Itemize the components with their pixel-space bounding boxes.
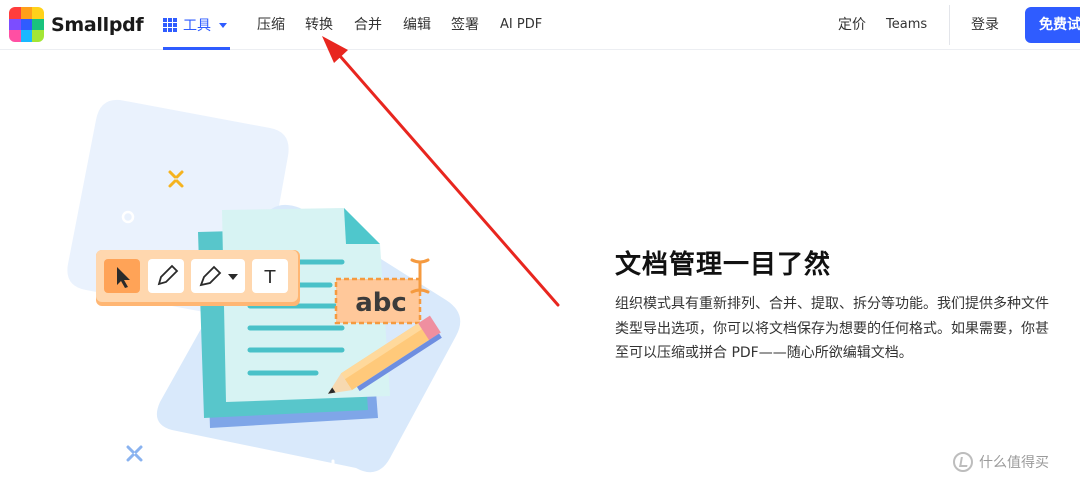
annotation-arrow <box>322 36 560 307</box>
watermark-text: 什么值得买 <box>979 455 1049 471</box>
section-description: 组织模式具有重新排列、合并、提取、拆分等功能。我们提供多种文件类型导出选项，你可… <box>615 296 1049 361</box>
site-watermark: 什么值得买 <box>953 452 1049 472</box>
watermark-logo-icon <box>953 452 973 472</box>
section-title: 文档管理一目了然 <box>615 250 832 280</box>
